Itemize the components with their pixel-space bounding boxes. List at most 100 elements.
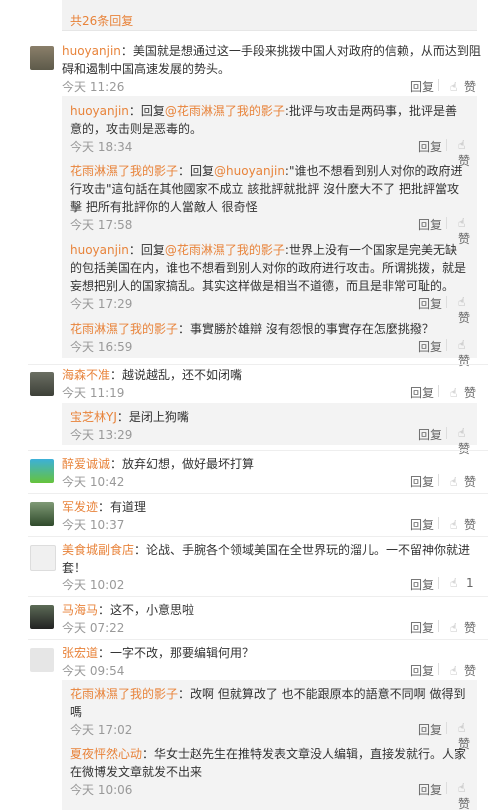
comment-username[interactable]: huoyanjin	[62, 44, 121, 58]
comment-text: 张宏道：一字不改，那要编辑何用？	[62, 646, 255, 660]
divider	[28, 450, 488, 451]
mention-link[interactable]: @花雨淋濕了我的影子	[165, 243, 285, 257]
comment-thread: 共26条回复 huoyanjin：美国就是想通过这一手段来挑拨中国人对政府的信赖…	[0, 0, 495, 810]
comment-text: 马海马：这不，小意思啦	[62, 603, 195, 617]
thumb-up-icon: ☝	[458, 338, 466, 352]
sub-reply-time: 今天 17:29	[70, 297, 133, 311]
sub-reply-username[interactable]: 花雨淋濕了我的影子	[70, 322, 178, 336]
avatar[interactable]	[30, 372, 54, 396]
sub-reply-text: 花雨淋濕了我的影子：改啊 但就算改了 也不能跟原本的語意不同啊 做得到嗎	[70, 687, 466, 719]
like-button[interactable]: ☝赞	[458, 426, 475, 457]
divider	[28, 596, 488, 597]
comment-meta: 今天 11:26 回复 ☝ 赞	[62, 78, 477, 94]
divider	[438, 663, 439, 675]
reply-button[interactable]: 回复	[410, 384, 434, 401]
sub-reply-time: 今天 18:34	[70, 140, 133, 154]
sub-reply-time: 今天 17:58	[70, 218, 133, 232]
reply-button[interactable]: 回复	[418, 295, 442, 312]
thumb-up-icon: ☝	[450, 386, 458, 400]
avatar[interactable]	[30, 648, 54, 672]
comment-meta: 今天 10:37 回复 ☝ 赞	[62, 516, 477, 532]
sub-reply-username[interactable]: 宝芝林YJ	[70, 410, 117, 424]
sub-reply-text: huoyanjin：回复@花雨淋濕了我的影子:批评与攻击是两码事，批评是善意的，…	[70, 104, 457, 136]
avatar[interactable]	[30, 46, 54, 70]
comment-time: 今天 11:19	[62, 386, 125, 400]
sub-reply-meta: 今天 17:02 回复 ☝赞	[70, 721, 475, 751]
comment-time: 今天 10:37	[62, 518, 125, 532]
sub-reply-time: 今天 17:02	[70, 723, 133, 737]
sub-reply-username[interactable]: huoyanjin	[70, 104, 129, 118]
thumb-up-icon: ☝	[458, 781, 466, 795]
comment-text: 醉爱诚诚：放弃幻想，做好最坏打算	[62, 457, 255, 471]
sub-reply-time: 今天 13:29	[70, 428, 133, 442]
reply-button[interactable]: 回复	[418, 138, 442, 155]
reply-button[interactable]: 回复	[410, 473, 434, 490]
comment-username[interactable]: 美食城副食店	[62, 543, 134, 557]
like-button[interactable]: ☝赞	[458, 781, 475, 810]
thumb-up-icon: ☝	[458, 721, 466, 735]
divider	[446, 296, 447, 308]
reply-button[interactable]: 回复	[418, 338, 442, 355]
avatar[interactable]	[30, 605, 54, 629]
avatar[interactable]	[30, 459, 54, 483]
sub-reply-username[interactable]: 花雨淋濕了我的影子	[70, 164, 178, 178]
like-button[interactable]: ☝赞	[450, 384, 476, 401]
comment-meta: 今天 09:54 回复 ☝ 赞	[62, 662, 477, 678]
comment-text: huoyanjin：美国就是想通过这一手段来挑拨中国人对政府的信赖，从而达到阻碍…	[62, 44, 481, 76]
mention-link[interactable]: @huoyanjin	[214, 164, 285, 178]
comment-time: 今天 07:22	[62, 621, 125, 635]
reply-button[interactable]: 回复	[410, 78, 434, 95]
avatar[interactable]	[30, 545, 56, 571]
mention-link[interactable]: @花雨淋濕了我的影子	[165, 104, 285, 118]
comment-username[interactable]: 海森不准	[62, 368, 110, 382]
thumb-up-icon: ☝	[450, 576, 458, 590]
reply-button[interactable]: 回复	[410, 619, 434, 636]
reply-button[interactable]: 回复	[418, 721, 442, 738]
divider	[446, 427, 447, 439]
thumb-up-icon: ☝	[458, 216, 466, 230]
comment-meta: 今天 07:22 回复 ☝ 赞	[62, 619, 477, 635]
comment-username[interactable]: 醉爱诚诚	[62, 457, 110, 471]
more-replies-link[interactable]: 共26条回复	[70, 12, 133, 29]
sub-reply-username[interactable]: huoyanjin	[70, 243, 129, 257]
avatar[interactable]	[30, 502, 54, 526]
reply-button[interactable]: 回复	[418, 781, 442, 798]
like-button[interactable]: ☝ 1	[450, 576, 474, 590]
like-button[interactable]: ☝赞	[450, 619, 476, 636]
sub-reply-username[interactable]: 花雨淋濕了我的影子	[70, 687, 178, 701]
sub-replies: huoyanjin：回复@花雨淋濕了我的影子:批评与攻击是两码事，批评是善意的，…	[62, 96, 477, 368]
divider	[446, 217, 447, 229]
comment-username[interactable]: 军发迹	[62, 500, 98, 514]
thumb-up-icon: ☝	[450, 518, 458, 532]
sub-reply-time: 今天 16:59	[70, 340, 133, 354]
reply-button[interactable]: 回复	[418, 216, 442, 233]
sub-reply-meta: 今天 10:06 回复 ☝赞	[70, 781, 475, 810]
like-button[interactable]: ☝赞	[450, 662, 476, 679]
divider	[28, 536, 488, 537]
sub-reply-meta: 今天 17:58 回复 ☝赞	[70, 216, 475, 246]
reply-button[interactable]: 回复	[410, 576, 434, 593]
sub-reply-text: 花雨淋濕了我的影子：回复@huoyanjin:"谁也不想看到别人对你的政府进行攻…	[70, 164, 463, 214]
reply-button[interactable]: 回复	[418, 426, 442, 443]
thumb-up-icon: ☝	[458, 138, 466, 152]
sub-reply-meta: 今天 16:59 回复 ☝赞	[70, 338, 475, 368]
divider	[438, 79, 439, 91]
reply-button[interactable]: 回复	[410, 662, 434, 679]
divider	[446, 782, 447, 794]
comment-text: 美食城副食店：论战、手腕各个领域美国在全世界玩的溜儿。一不留神你就进套！	[62, 543, 471, 575]
divider	[438, 577, 439, 589]
sub-reply-username[interactable]: 夏夜怦然心动	[70, 747, 142, 761]
reply-button[interactable]: 回复	[410, 516, 434, 533]
comment-time: 今天 10:42	[62, 475, 125, 489]
divider	[438, 517, 439, 529]
like-button[interactable]: ☝赞	[450, 78, 476, 95]
like-button[interactable]: ☝赞	[450, 473, 476, 490]
comment-meta: 今天 10:42 回复 ☝ 赞	[62, 473, 477, 489]
comment-username[interactable]: 张宏道	[62, 646, 98, 660]
thumb-up-icon: ☝	[458, 426, 466, 440]
divider	[438, 620, 439, 632]
like-button[interactable]: ☝赞	[450, 516, 476, 533]
comment-username[interactable]: 马海马	[62, 603, 98, 617]
comment-meta: 今天 10:02 回复 ☝ 1	[62, 576, 477, 592]
sub-replies: 花雨淋濕了我的影子：改啊 但就算改了 也不能跟原本的語意不同啊 做得到嗎 今天 …	[62, 680, 477, 810]
